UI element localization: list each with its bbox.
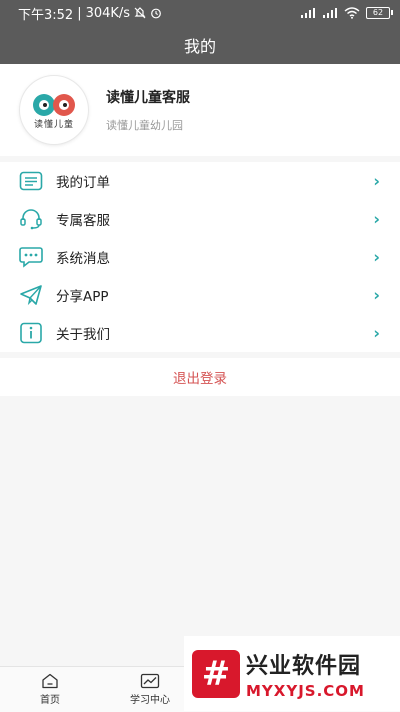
profile-info: 读懂儿童客服 读懂儿童幼儿园 bbox=[106, 87, 190, 133]
tab-label: 学习中心 bbox=[130, 695, 170, 706]
share-plane-icon bbox=[18, 282, 44, 308]
menu-item-label: 关于我们 bbox=[56, 327, 110, 343]
menu-item-about-us[interactable]: 关于我们 › bbox=[0, 314, 400, 352]
menu-item-label: 系统消息 bbox=[56, 251, 110, 267]
watermark-overlay: # 兴业软件园 MYXYJS.COM bbox=[184, 636, 400, 711]
status-time: 下午3:52 bbox=[18, 7, 74, 23]
wifi-icon bbox=[344, 7, 360, 19]
watermark-title: 兴业软件园 bbox=[246, 653, 362, 679]
status-divider: | bbox=[77, 5, 82, 21]
chevron-right-icon: › bbox=[373, 323, 380, 343]
page-title: 我的 bbox=[183, 37, 216, 56]
menu-item-my-orders[interactable]: 我的订单 › bbox=[0, 162, 400, 200]
tab-label: 首页 bbox=[40, 695, 60, 706]
order-list-icon bbox=[18, 168, 44, 194]
signal-icon bbox=[300, 7, 316, 19]
logo-text: 读懂儿童 bbox=[33, 119, 74, 130]
menu-list: 我的订单 › 专属客服 › 系统消息 › 分享APP › 关于我们 › bbox=[0, 162, 400, 352]
menu-item-system-messages[interactable]: 系统消息 › bbox=[0, 238, 400, 276]
menu-item-customer-service[interactable]: 专属客服 › bbox=[0, 200, 400, 238]
chart-icon bbox=[140, 673, 160, 689]
profile-card[interactable]: 读懂儿童 读懂儿童客服 读懂儿童幼儿园 bbox=[0, 64, 400, 156]
chevron-right-icon: › bbox=[373, 285, 380, 305]
mute-icon bbox=[134, 7, 146, 19]
menu-item-share-app[interactable]: 分享APP › bbox=[0, 276, 400, 314]
status-bar: 下午3:52 | 304K/s 62 bbox=[0, 0, 400, 26]
watermark-logo-icon: # bbox=[192, 649, 240, 698]
status-right: 62 bbox=[300, 7, 393, 19]
profile-school: 读懂儿童幼儿园 bbox=[106, 119, 183, 132]
chevron-right-icon: › bbox=[373, 247, 380, 267]
watermark-text: 兴业软件园 MYXYJS.COM bbox=[246, 648, 365, 700]
menu-item-label: 我的订单 bbox=[56, 175, 110, 191]
headset-icon bbox=[18, 206, 44, 232]
app-logo-icon bbox=[33, 93, 75, 116]
battery-indicator: 62 bbox=[366, 7, 393, 19]
alarm-icon bbox=[150, 7, 162, 19]
info-icon bbox=[18, 320, 44, 346]
logout-button[interactable]: 退出登录 bbox=[0, 358, 400, 396]
watermark-url: MYXYJS.COM bbox=[246, 681, 365, 700]
chevron-right-icon: › bbox=[373, 209, 380, 229]
menu-item-label: 专属客服 bbox=[56, 213, 110, 229]
home-icon bbox=[42, 673, 58, 689]
status-network-speed: 304K/s bbox=[85, 5, 131, 21]
signal-icon-2 bbox=[322, 7, 338, 19]
menu-item-label: 分享APP bbox=[56, 289, 109, 305]
page-header: 我的 bbox=[0, 26, 400, 64]
avatar[interactable]: 读懂儿童 bbox=[20, 76, 88, 144]
chevron-right-icon: › bbox=[373, 171, 380, 191]
tab-home[interactable]: 首页 bbox=[0, 667, 100, 712]
status-left: 下午3:52 | 304K/s bbox=[18, 4, 162, 23]
message-icon bbox=[18, 244, 44, 270]
logout-label: 退出登录 bbox=[173, 371, 227, 387]
profile-name: 读懂儿童客服 bbox=[106, 90, 190, 106]
